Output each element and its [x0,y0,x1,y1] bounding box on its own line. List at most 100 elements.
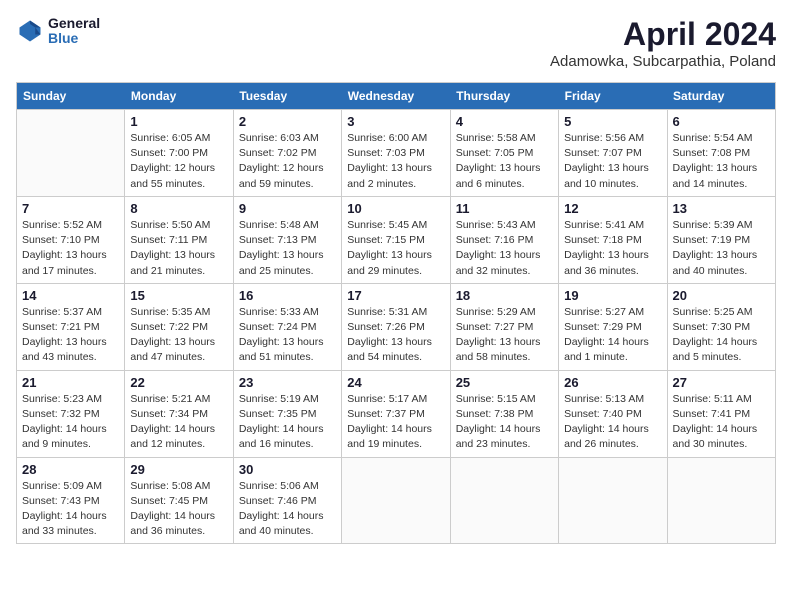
day-number: 4 [456,114,553,129]
day-cell: 3Sunrise: 6:00 AM Sunset: 7:03 PM Daylig… [342,110,450,197]
day-number: 21 [22,375,119,390]
day-number: 10 [347,201,444,216]
day-cell: 29 Sunrise: 5:08 AM Sunset: 7:45 PM Dayli… [125,457,233,544]
week-row-2: 7Sunrise: 5:52 AM Sunset: 7:10 PM Daylig… [17,196,776,283]
day-number: 12 [564,201,661,216]
logo-icon [16,17,44,45]
day-info: Sunrise: 5:31 AM Sunset: 7:26 PM Dayligh… [347,305,444,366]
day-cell: 17 Sunrise: 5:31 AM Sunset: 7:26 PM Dayli… [342,283,450,370]
day-info: Sunrise: 5:50 AM Sunset: 7:11 PM Dayligh… [130,218,227,279]
day-header-row: SundayMondayTuesdayWednesdayThursdayFrid… [17,83,776,110]
day-cell: 10 Sunrise: 5:45 AM Sunset: 7:15 PM Dayli… [342,196,450,283]
day-number: 17 [347,288,444,303]
calendar-table: SundayMondayTuesdayWednesdayThursdayFrid… [16,82,776,544]
day-number: 29 [130,462,227,477]
column-header-wednesday: Wednesday [342,83,450,110]
column-header-saturday: Saturday [667,83,775,110]
day-cell: 15Sunrise: 5:35 AM Sunset: 7:22 PM Dayli… [125,283,233,370]
week-row-5: 28 Sunrise: 5:09 AM Sunset: 7:43 PM Dayli… [17,457,776,544]
day-number: 6 [673,114,770,129]
day-cell: 1 Sunrise: 6:05 AM Sunset: 7:00 PM Daylig… [125,110,233,197]
day-info: Sunrise: 6:05 AM Sunset: 7:00 PM Dayligh… [130,131,227,192]
day-number: 20 [673,288,770,303]
week-row-4: 21 Sunrise: 5:23 AM Sunset: 7:32 PM Dayli… [17,370,776,457]
column-header-sunday: Sunday [17,83,125,110]
day-info: Sunrise: 6:00 AM Sunset: 7:03 PM Dayligh… [347,131,444,192]
day-cell: 9 Sunrise: 5:48 AM Sunset: 7:13 PM Daylig… [233,196,341,283]
day-number: 28 [22,462,119,477]
logo-text: General Blue [48,16,100,47]
day-cell: 11 Sunrise: 5:43 AM Sunset: 7:16 PM Dayli… [450,196,558,283]
column-header-tuesday: Tuesday [233,83,341,110]
day-number: 25 [456,375,553,390]
day-number: 15 [130,288,227,303]
day-number: 1 [130,114,227,129]
month-title: April 2024 [550,16,776,53]
day-info: Sunrise: 5:08 AM Sunset: 7:45 PM Dayligh… [130,479,227,540]
title-block: April 2024 Adamowka, Subcarpathia, Polan… [550,16,776,70]
day-number: 2 [239,114,336,129]
day-cell: 23 Sunrise: 5:19 AM Sunset: 7:35 PM Dayli… [233,370,341,457]
day-cell: 30Sunrise: 5:06 AM Sunset: 7:46 PM Dayli… [233,457,341,544]
day-number: 8 [130,201,227,216]
day-cell: 7Sunrise: 5:52 AM Sunset: 7:10 PM Daylig… [17,196,125,283]
day-number: 7 [22,201,119,216]
column-header-thursday: Thursday [450,83,558,110]
day-info: Sunrise: 5:11 AM Sunset: 7:41 PM Dayligh… [673,392,770,453]
day-info: Sunrise: 5:15 AM Sunset: 7:38 PM Dayligh… [456,392,553,453]
day-number: 5 [564,114,661,129]
day-cell: 19Sunrise: 5:27 AM Sunset: 7:29 PM Dayli… [559,283,667,370]
page-header: General Blue April 2024 Adamowka, Subcar… [16,16,776,70]
day-cell: 27Sunrise: 5:11 AM Sunset: 7:41 PM Dayli… [667,370,775,457]
day-info: Sunrise: 5:25 AM Sunset: 7:30 PM Dayligh… [673,305,770,366]
day-number: 11 [456,201,553,216]
day-cell: 21 Sunrise: 5:23 AM Sunset: 7:32 PM Dayli… [17,370,125,457]
day-cell: 13Sunrise: 5:39 AM Sunset: 7:19 PM Dayli… [667,196,775,283]
day-number: 22 [130,375,227,390]
day-cell: 14Sunrise: 5:37 AM Sunset: 7:21 PM Dayli… [17,283,125,370]
day-info: Sunrise: 6:03 AM Sunset: 7:02 PM Dayligh… [239,131,336,192]
day-info: Sunrise: 5:23 AM Sunset: 7:32 PM Dayligh… [22,392,119,453]
logo-blue: Blue [48,31,100,46]
location: Adamowka, Subcarpathia, Poland [550,53,776,70]
day-number: 26 [564,375,661,390]
day-number: 16 [239,288,336,303]
day-cell: 12 Sunrise: 5:41 AM Sunset: 7:18 PM Dayli… [559,196,667,283]
day-cell [342,457,450,544]
day-info: Sunrise: 5:06 AM Sunset: 7:46 PM Dayligh… [239,479,336,540]
day-info: Sunrise: 5:19 AM Sunset: 7:35 PM Dayligh… [239,392,336,453]
day-info: Sunrise: 5:41 AM Sunset: 7:18 PM Dayligh… [564,218,661,279]
day-info: Sunrise: 5:48 AM Sunset: 7:13 PM Dayligh… [239,218,336,279]
day-info: Sunrise: 5:43 AM Sunset: 7:16 PM Dayligh… [456,218,553,279]
day-info: Sunrise: 5:27 AM Sunset: 7:29 PM Dayligh… [564,305,661,366]
day-cell: 18Sunrise: 5:29 AM Sunset: 7:27 PM Dayli… [450,283,558,370]
logo: General Blue [16,16,100,47]
week-row-3: 14Sunrise: 5:37 AM Sunset: 7:21 PM Dayli… [17,283,776,370]
column-header-friday: Friday [559,83,667,110]
day-cell [450,457,558,544]
day-info: Sunrise: 5:56 AM Sunset: 7:07 PM Dayligh… [564,131,661,192]
day-cell: 6 Sunrise: 5:54 AM Sunset: 7:08 PM Daylig… [667,110,775,197]
column-header-monday: Monday [125,83,233,110]
day-number: 9 [239,201,336,216]
day-cell: 26Sunrise: 5:13 AM Sunset: 7:40 PM Dayli… [559,370,667,457]
day-info: Sunrise: 5:17 AM Sunset: 7:37 PM Dayligh… [347,392,444,453]
day-number: 23 [239,375,336,390]
week-row-1: 1 Sunrise: 6:05 AM Sunset: 7:00 PM Daylig… [17,110,776,197]
day-info: Sunrise: 5:45 AM Sunset: 7:15 PM Dayligh… [347,218,444,279]
day-cell: 2 Sunrise: 6:03 AM Sunset: 7:02 PM Daylig… [233,110,341,197]
day-cell [559,457,667,544]
day-cell: 22 Sunrise: 5:21 AM Sunset: 7:34 PM Dayli… [125,370,233,457]
day-info: Sunrise: 5:54 AM Sunset: 7:08 PM Dayligh… [673,131,770,192]
day-number: 14 [22,288,119,303]
day-cell: 4Sunrise: 5:58 AM Sunset: 7:05 PM Daylig… [450,110,558,197]
day-info: Sunrise: 5:09 AM Sunset: 7:43 PM Dayligh… [22,479,119,540]
day-info: Sunrise: 5:21 AM Sunset: 7:34 PM Dayligh… [130,392,227,453]
logo-general: General [48,16,100,31]
day-cell [17,110,125,197]
day-number: 18 [456,288,553,303]
day-cell: 20 Sunrise: 5:25 AM Sunset: 7:30 PM Dayli… [667,283,775,370]
day-cell: 16Sunrise: 5:33 AM Sunset: 7:24 PM Dayli… [233,283,341,370]
day-cell: 8 Sunrise: 5:50 AM Sunset: 7:11 PM Daylig… [125,196,233,283]
day-number: 24 [347,375,444,390]
